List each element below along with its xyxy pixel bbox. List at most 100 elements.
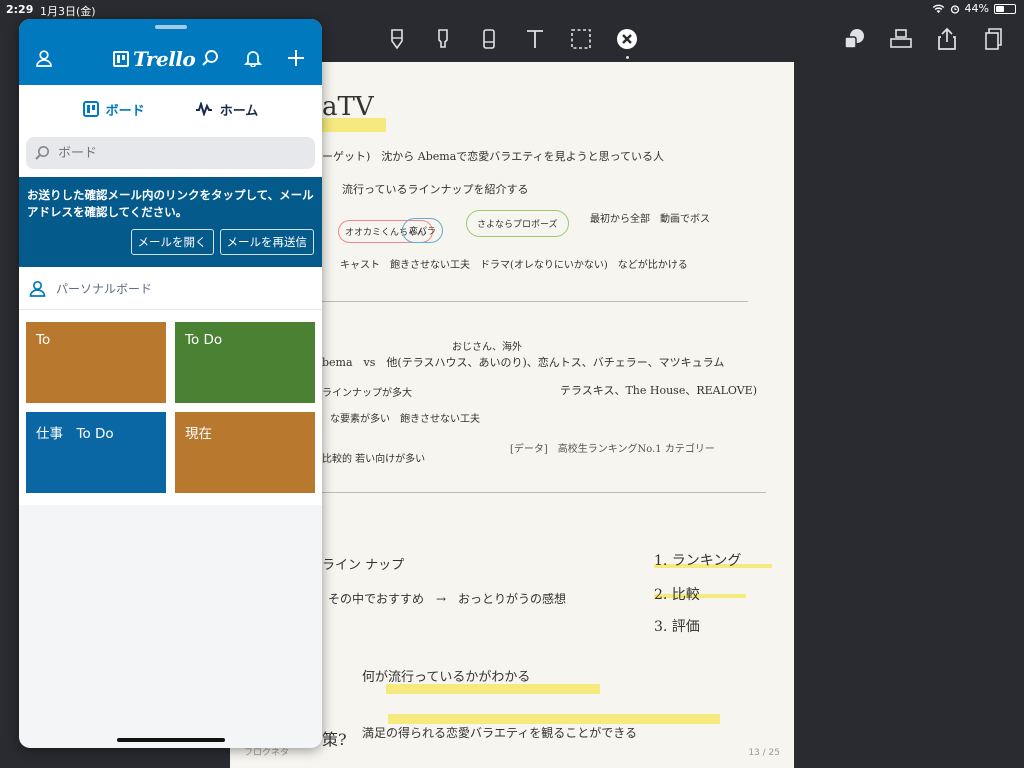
pages-icon (985, 28, 1002, 50)
pages-button[interactable] (980, 26, 1006, 52)
tab-boards[interactable]: ボード (82, 100, 145, 119)
text-icon (527, 30, 543, 48)
search-button[interactable] (201, 49, 219, 71)
wifi-icon (932, 4, 944, 13)
lasso-tool-button[interactable] (568, 26, 594, 52)
drag-handle[interactable] (155, 25, 187, 29)
note-line: 恋パラ (402, 218, 444, 243)
add-button[interactable] (287, 49, 305, 71)
tab-boards-label: ボード (105, 103, 145, 119)
note-line: おじさん、海外 (452, 342, 522, 353)
divider (320, 301, 748, 302)
shapes-button[interactable] (842, 26, 868, 52)
note-line: な要素が多い 飽きさせない工夫 (330, 414, 480, 425)
section-title: パーソナルボード (56, 281, 153, 296)
highlight (386, 684, 600, 694)
verify-email-message: お送りした確認メール内のリンクをタップして、メールアドレスを確認してください。 (27, 188, 314, 219)
battery-percent: 44% (964, 2, 989, 15)
trello-logo-icon (113, 51, 129, 67)
trello-slideover: Trello ボード ホーム お送りした確認メール内のリンクをタップして、メール… (19, 19, 322, 748)
notifications-button[interactable] (243, 49, 263, 71)
personal-boards-header: パーソナルボード (19, 267, 322, 310)
note-line: 最初から全部 動画でボス (590, 214, 710, 225)
drawing-tools (384, 26, 640, 59)
pen-icon (391, 29, 403, 50)
note-line: 3. 評価 (654, 619, 700, 635)
note-line: 1. ランキング (654, 553, 742, 569)
close-tool-button[interactable] (614, 26, 640, 59)
close-circle-icon (617, 29, 637, 49)
note-line: 比較的 若い向けが多い (322, 454, 426, 465)
stamp-icon (890, 29, 912, 48)
marker-tool-button[interactable] (430, 26, 456, 52)
note-line: ーゲット) 沈から Abemaで恋愛バラエティを見ようと思っている人 (322, 150, 665, 163)
board-tile[interactable]: To Do (175, 322, 315, 403)
note-line: bema vs 他(テラスハウス、あいのり)、恋んトス、バチェラー、マツキュラム (322, 356, 725, 369)
tab-home[interactable]: ホーム (195, 100, 259, 119)
activity-icon (195, 102, 212, 116)
board-grid: To To Do 仕事 To Do 現在 (19, 310, 322, 505)
share-button[interactable] (934, 26, 960, 52)
trello-header: Trello (19, 19, 322, 85)
plus-icon (288, 50, 304, 66)
note-line: その中でおすすめ → おっとりがうの感想 (328, 592, 567, 606)
board-icon (82, 101, 99, 117)
board-name: To Do (185, 332, 223, 348)
board-tile[interactable]: To (26, 322, 166, 403)
board-name: 仕事 To Do (36, 426, 114, 442)
note-line: 策? (322, 730, 347, 749)
status-right: 44% (932, 2, 1016, 15)
status-date: 1月3日(金) (40, 5, 96, 18)
user-icon (36, 50, 52, 67)
note-line: さよならプロポーズ (466, 210, 569, 237)
user-icon (29, 280, 46, 297)
ruler-button[interactable] (888, 26, 914, 52)
status-time: 2:29 (6, 3, 34, 16)
open-mail-button[interactable]: メールを開く (130, 229, 214, 255)
board-tile[interactable]: 現在 (175, 412, 315, 493)
lasso-select-icon (571, 29, 591, 49)
note-line: ラインナップが多大 (322, 388, 412, 399)
alarm-icon (950, 4, 959, 14)
eraser-tool-button[interactable] (476, 26, 502, 52)
eraser-icon (483, 29, 495, 49)
trello-tabs: ボード ホーム (19, 85, 322, 133)
note-line: キャスト 飽きさせない工夫 ドラマ(オレなりにいかない) などが比かける (340, 260, 688, 271)
board-name: 現在 (185, 426, 212, 442)
search-bar (19, 133, 322, 177)
home-indicator[interactable] (117, 738, 225, 742)
board-tile[interactable]: 仕事 To Do (26, 412, 166, 493)
battery-icon (994, 3, 1016, 14)
divider (320, 492, 766, 493)
trello-logo-text: Trello (133, 47, 196, 71)
share-icon (938, 27, 956, 50)
search-field[interactable] (26, 137, 315, 169)
text-tool-button[interactable] (522, 26, 548, 52)
page-indicator: 13 / 25 (748, 748, 780, 758)
board-name: To (36, 332, 51, 348)
trello-logo: Trello (113, 47, 196, 71)
banner-buttons: メールを開く メールを再送信 (27, 229, 314, 255)
resend-mail-button[interactable]: メールを再送信 (219, 229, 314, 255)
pen-tool-button[interactable] (384, 26, 410, 52)
note-line: [データ] 高校生ランキングNo.1 カテゴリー (510, 444, 715, 455)
note-line: 満足の得られる恋愛バラエティを観ることができる (362, 726, 638, 740)
note-line: 2. 比較 (654, 587, 700, 603)
notes-actions (842, 26, 1006, 52)
note-line: ライン ナップ (322, 558, 405, 573)
note-line: テラスキス、The House、REALOVE) (560, 384, 757, 397)
search-icon (202, 50, 218, 66)
verify-email-banner: お送りした確認メール内のリンクをタップして、メールアドレスを確認してください。 … (19, 177, 322, 267)
note-line: 流行っているラインナップを紹介する (342, 183, 529, 196)
search-input[interactable] (56, 144, 290, 162)
note-title: aTV (322, 92, 374, 122)
note-line: 何が流行っているかがわかる (362, 670, 531, 685)
marker-icon (438, 29, 448, 48)
search-icon (35, 146, 49, 160)
account-button[interactable] (35, 49, 53, 71)
bell-icon (243, 51, 263, 68)
status-bar: 2:29 1月3日(金) 44% (0, 0, 1024, 20)
tab-home-label: ホーム (219, 103, 259, 119)
highlight (388, 714, 720, 724)
empty-area (19, 505, 322, 731)
